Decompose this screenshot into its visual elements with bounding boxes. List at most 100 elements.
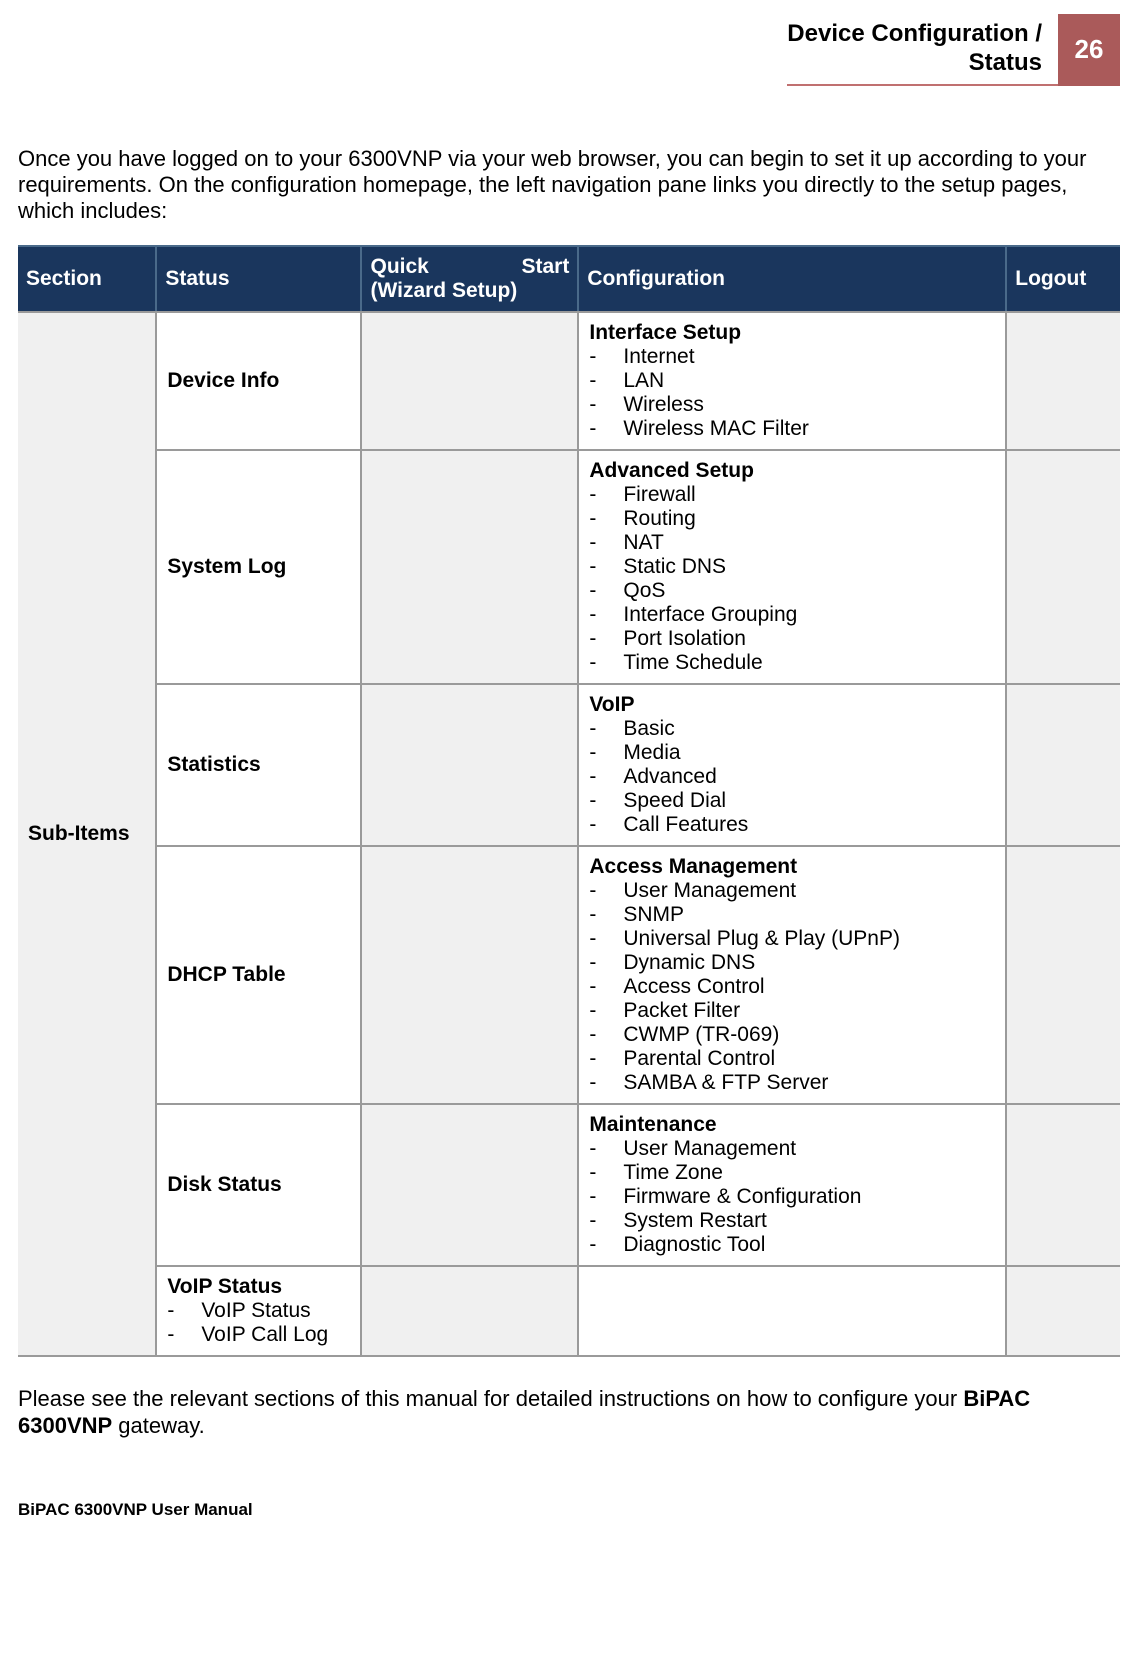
list-item-text: Internet [623,345,995,369]
dash-icon: - [589,789,623,813]
list-item-text: Firmware & Configuration [623,1185,995,1209]
dash-icon: - [589,579,623,603]
col-quick-start-b: Start [522,255,570,279]
table-row: Sub-ItemsDevice InfoInterface Setup-Inte… [18,312,1120,450]
table-row: StatisticsVoIP-Basic-Media-Advanced-Spee… [18,684,1120,846]
list-item-text: Packet Filter [623,999,995,1023]
intro-paragraph: Once you have logged on to your 6300VNP … [18,146,1120,225]
col-quick-start-sub: (Wizard Setup) [370,279,569,303]
list-item-text: Firewall [623,483,995,507]
navigation-table: Section Status Quick Start (Wizard Setup… [18,245,1120,1357]
list-item: -Parental Control [589,1047,995,1071]
list-item-text: User Management [623,1137,995,1161]
dash-icon: - [589,417,623,441]
list-item-text: NAT [623,531,995,555]
list-item-text: Port Isolation [623,627,995,651]
page-title: Device Configuration / Status [787,14,1058,86]
list-item-text: Time Zone [623,1161,995,1185]
quick-start-cell [361,1266,578,1356]
configuration-cell: VoIP-Basic-Media-Advanced-Speed Dial-Cal… [578,684,1006,846]
list-item: -Dynamic DNS [589,951,995,975]
list-item: -Static DNS [589,555,995,579]
list-item: -Media [589,741,995,765]
config-group-title: VoIP [589,693,995,717]
list-item: -Port Isolation [589,627,995,651]
status-cell: Device Info [156,312,361,450]
dash-icon: - [589,717,623,741]
dash-icon: - [589,975,623,999]
logout-cell [1006,846,1120,1104]
dash-icon: - [589,879,623,903]
logout-cell [1006,450,1120,684]
col-logout: Logout [1006,246,1120,312]
status-group-title: VoIP Status [167,1275,350,1299]
status-cell: Disk Status [156,1104,361,1266]
sub-items-label: Sub-Items [18,312,156,1356]
col-quick-start: Quick Start (Wizard Setup) [361,246,578,312]
col-section: Section [18,246,156,312]
dash-icon: - [589,1185,623,1209]
list-item: -User Management [589,879,995,903]
list-item: -Wireless MAC Filter [589,417,995,441]
status-cell: Statistics [156,684,361,846]
page-number: 26 [1058,14,1120,86]
quick-start-cell [361,312,578,450]
logout-cell [1006,684,1120,846]
dash-icon: - [589,765,623,789]
col-quick-start-a: Quick [370,255,428,279]
list-item-text: Advanced [623,765,995,789]
list-item-text: Basic [623,717,995,741]
list-item: -CWMP (TR-069) [589,1023,995,1047]
list-item-text: Routing [623,507,995,531]
list-item: -VoIP Call Log [167,1323,350,1347]
configuration-cell: Advanced Setup-Firewall-Routing-NAT-Stat… [578,450,1006,684]
list-item-text: Media [623,741,995,765]
list-item: -User Management [589,1137,995,1161]
dash-icon: - [589,1137,623,1161]
dash-icon: - [589,507,623,531]
footnote-paragraph: Please see the relevant sections of this… [18,1385,1120,1440]
list-item: -Wireless [589,393,995,417]
list-item-text: User Management [623,879,995,903]
list-item-text: VoIP Status [201,1299,350,1323]
table-row: Disk Status Maintenance-User Management-T… [18,1104,1120,1266]
list-item-text: Wireless MAC Filter [623,417,995,441]
dash-icon: - [589,603,623,627]
list-item-text: Time Schedule [623,651,995,675]
list-item: -Internet [589,345,995,369]
status-cell: System Log [156,450,361,684]
configuration-cell: Maintenance-User Management-Time Zone-Fi… [578,1104,1006,1266]
table-row: DHCP TableAccess Management-User Managem… [18,846,1120,1104]
list-item: -Routing [589,507,995,531]
quick-start-cell [361,1104,578,1266]
list-item-text: Speed Dial [623,789,995,813]
dash-icon: - [589,369,623,393]
dash-icon: - [589,1233,623,1257]
list-item: -Universal Plug & Play (UPnP) [589,927,995,951]
list-item-text: Parental Control [623,1047,995,1071]
col-configuration: Configuration [578,246,1006,312]
list-item-text: Static DNS [623,555,995,579]
list-item: -Firmware & Configuration [589,1185,995,1209]
configuration-cell: Access Management-User Management-SNMP-U… [578,846,1006,1104]
config-group-title: Access Management [589,855,995,879]
page-header: Device Configuration / Status 26 [18,14,1120,86]
list-item-text: Interface Grouping [623,603,995,627]
list-item-text: SAMBA & FTP Server [623,1071,995,1095]
list-item: -Access Control [589,975,995,999]
list-item: -Firewall [589,483,995,507]
list-item: -System Restart [589,1209,995,1233]
dash-icon: - [589,393,623,417]
footer-text: BiPAC 6300VNP User Manual [18,1500,1120,1520]
list-item-text: System Restart [623,1209,995,1233]
logout-cell [1006,1104,1120,1266]
footnote-post: gateway. [112,1413,205,1438]
configuration-cell [578,1266,1006,1356]
dash-icon: - [589,999,623,1023]
quick-start-cell [361,846,578,1104]
dash-icon: - [589,927,623,951]
dash-icon: - [589,1209,623,1233]
dash-icon: - [589,483,623,507]
list-item-text: Call Features [623,813,995,837]
list-item: -SAMBA & FTP Server [589,1071,995,1095]
